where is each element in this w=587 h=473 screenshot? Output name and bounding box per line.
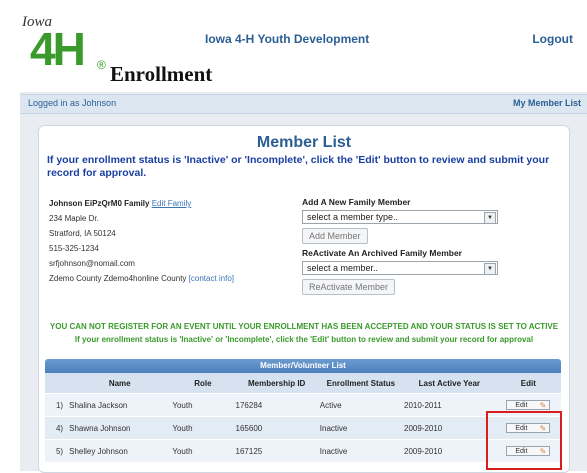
family-address2: Stratford, IA 50124	[49, 229, 116, 238]
header-num	[45, 373, 68, 394]
add-member-block: Add A New Family Member select a member …	[302, 197, 542, 295]
family-address1: 234 Maple Dr.	[49, 214, 99, 223]
family-name: Johnson EiPzQrM0 Family	[49, 199, 150, 208]
logout-link[interactable]: Logout	[532, 32, 573, 46]
header-edit: Edit	[495, 373, 561, 394]
edit-instruction: If your enrollment status is 'Inactive' …	[74, 335, 534, 344]
archived-member-select-value: select a member..	[307, 263, 379, 273]
reactivate-member-button[interactable]: ReActivate Member	[302, 279, 396, 295]
header	[20, 8, 587, 92]
member-name: Shalina Jackson	[67, 393, 172, 417]
family-info: Johnson EiPzQrM0 Family Edit Family 234 …	[49, 196, 234, 286]
logged-in-label: Logged in as Johnson	[28, 98, 117, 108]
member-type-select[interactable]: select a member type.. ▼	[302, 210, 498, 224]
member-table: Member/Volunteer List Name Role Membersh…	[45, 359, 561, 462]
header-role: Role	[171, 373, 235, 394]
member-status: Active	[318, 393, 403, 417]
member-name: Shawna Johnson	[67, 416, 172, 440]
instruction-text: If your enrollment status is 'Inactive' …	[47, 154, 550, 179]
logo-4h: 4H	[30, 23, 86, 75]
member-role: Youth	[171, 416, 235, 440]
member-role: Youth	[171, 439, 235, 462]
member-name: Shelley Johnson	[67, 439, 172, 462]
member-type-select-value: select a member type..	[307, 212, 399, 222]
header-status: Enrollment Status	[318, 373, 403, 394]
family-phone: 515-325-1234	[49, 244, 99, 253]
member-status: Inactive	[318, 416, 403, 440]
member-role: Youth	[171, 393, 235, 417]
member-id: 176284	[234, 393, 319, 417]
table-row: 1) Shalina Jackson Youth 176284 Active 2…	[45, 393, 561, 417]
login-bar: Logged in as Johnson My Member List	[20, 94, 587, 114]
pencil-icon: ✎	[539, 401, 547, 410]
archived-member-select[interactable]: select a member.. ▼	[302, 261, 498, 275]
member-id: 165600	[234, 416, 319, 440]
table-row: 4) Shawna Johnson Youth 165600 Inactive …	[45, 416, 561, 440]
header-membership-id: Membership ID	[234, 373, 319, 394]
row-num: 4)	[45, 416, 68, 440]
family-email: srfjohnson@nomail.com	[49, 259, 135, 268]
row-num: 5)	[45, 439, 68, 462]
header-name: Name	[67, 373, 172, 394]
site-title: Iowa 4-H Youth Development	[205, 32, 370, 46]
chevron-down-icon: ▼	[484, 212, 496, 224]
row-num: 1)	[45, 393, 68, 417]
logo-enrollment-text: Enrollment	[110, 62, 213, 86]
member-year: 2010-2011	[403, 393, 496, 417]
clover-icon: ®	[97, 58, 106, 72]
page-title: Member List	[256, 134, 352, 151]
family-county: Zdemo County Zdemo4honline County	[49, 274, 187, 283]
table-title: Member/Volunteer List	[45, 359, 561, 373]
registration-warning: YOU CAN NOT REGISTER FOR AN EVENT UNTIL …	[49, 322, 559, 331]
chevron-down-icon: ▼	[484, 263, 496, 275]
add-member-label: Add A New Family Member	[302, 197, 411, 207]
my-member-list-link[interactable]: My Member List	[513, 98, 581, 108]
highlight-box	[486, 411, 562, 470]
add-member-button[interactable]: Add Member	[302, 228, 368, 244]
edit-family-link[interactable]: Edit Family	[152, 199, 192, 208]
header-year: Last Active Year	[403, 373, 496, 394]
table-row: 5) Shelley Johnson Youth 167125 Inactive…	[45, 439, 561, 462]
member-status: Inactive	[318, 439, 403, 462]
edit-button[interactable]: Edit ✎	[506, 400, 551, 410]
edit-button-label: Edit	[515, 402, 528, 409]
member-id: 167125	[234, 439, 319, 462]
member-year: 2009-2010	[403, 416, 496, 440]
reactivate-label: ReActivate An Archived Family Member	[302, 248, 462, 258]
contact-info-link[interactable]: [contact info]	[189, 274, 234, 283]
member-year: 2009-2010	[403, 439, 496, 462]
